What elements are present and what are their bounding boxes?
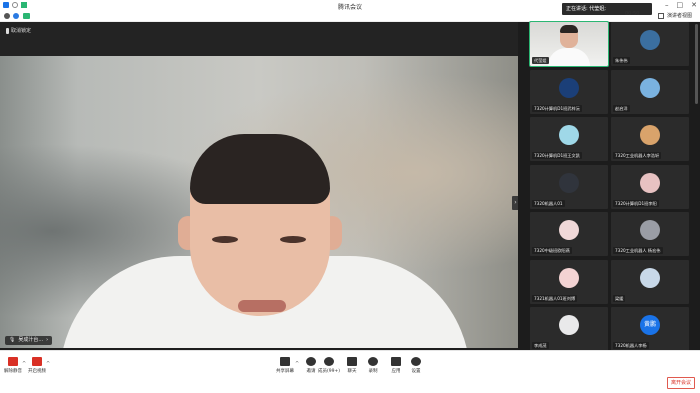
participant-tile[interactable]: 黄鹏 7320机器人李杨 (611, 307, 689, 351)
avatar (640, 77, 660, 98)
avatar (559, 220, 579, 240)
settings-label: 设置 (411, 369, 421, 374)
participant-name: 7320计算机D1班武梓沅 (532, 104, 582, 112)
window-controls: – □ ✕ (665, 1, 697, 9)
participant-name: 梁媛 (613, 294, 626, 302)
avatar (640, 125, 660, 145)
participant-name: 7320机器人李杨 (613, 342, 649, 349)
view-switch-button[interactable]: 演讲者视图 (657, 12, 692, 19)
participant-tile[interactable]: 代莹姐 (529, 21, 609, 67)
settings-button[interactable]: 设置 (403, 357, 429, 374)
participant-tile[interactable]: 7320机器人01 (530, 164, 608, 209)
close-icon[interactable]: ✕ (691, 1, 697, 9)
participant-name: 7320机器人01 (532, 199, 565, 207)
avatar (640, 172, 660, 193)
participant-tile[interactable]: 7320计算机D1班李阳 (611, 164, 689, 209)
participant-name: 代莹姐 (532, 57, 549, 64)
participant-tile[interactable]: 7320工业机器人 杨宏伟 (611, 212, 689, 256)
gear-icon (411, 357, 421, 366)
participant-video-figure (560, 25, 578, 33)
avatar (559, 77, 579, 98)
speaker-video (0, 56, 518, 348)
avatar (640, 30, 660, 50)
speaker-hair (190, 134, 330, 204)
participant-video-figure (548, 48, 590, 66)
participant-tile[interactable]: 梁媛 (611, 259, 689, 304)
minimize-icon[interactable]: – (665, 1, 669, 9)
avatar (640, 267, 660, 288)
participant-name: 7320计算机D1班李阳 (613, 199, 659, 207)
mic-off-icon (8, 357, 18, 366)
meeting-timer: 00:50 (625, 11, 640, 17)
record-label: 录制 (368, 369, 378, 374)
participant-name: 赵启洋 (613, 104, 630, 112)
participant-name: 朱伟伟 (613, 57, 630, 64)
speaker-name-tag: 🎙 吴成汁台... › (5, 336, 53, 345)
participant-tile[interactable]: 7320计算机D1班武梓沅 (530, 69, 608, 114)
participant-tile[interactable]: 赵启洋 (611, 69, 689, 114)
chat-label: 聊天 (347, 369, 357, 374)
avatar (559, 125, 579, 145)
avatar (559, 315, 579, 335)
members-label: 成员(99+) (317, 369, 340, 374)
avatar (559, 267, 579, 288)
participant-name: 7320工业机器人 杨宏伟 (613, 247, 663, 254)
share-label: 共享屏幕 (276, 369, 294, 374)
participant-tile[interactable]: 李成茂 (530, 307, 608, 351)
view-switch-label: 演讲者视图 (666, 13, 692, 19)
meeting-info-icon[interactable] (13, 13, 19, 19)
speaker-mouth (238, 300, 286, 312)
apps-label: 应用 (391, 369, 401, 374)
unlock-label: 取消锁定 (11, 28, 32, 34)
participant-name: 7320计算机D1班王文凯 (532, 152, 582, 159)
share-screen-icon (280, 357, 290, 366)
record-icon (368, 357, 378, 366)
apps-icon (391, 357, 401, 366)
network-icon[interactable] (23, 13, 30, 19)
leave-meeting-button[interactable]: 离开会议 (667, 377, 695, 389)
members-icon (324, 357, 334, 366)
participant-tile[interactable]: 7320中级班欧阳燕 (530, 212, 608, 256)
main-video-stage: 取消锁定 🎙 吴成汁台... › (0, 22, 518, 350)
mic-muted-icon: 🎙 (9, 337, 16, 343)
participant-name: 李成茂 (532, 342, 549, 349)
participant-name: 7321机器人01班刘博 (532, 294, 578, 302)
chat-icon (347, 357, 357, 366)
participant-name: 7320中级班欧阳燕 (532, 247, 572, 254)
video-label: 开启视频 (28, 369, 46, 374)
participant-tile[interactable]: 7320工业机器人李浩轩 (611, 117, 689, 161)
mic-icon (6, 27, 9, 34)
avatar (640, 220, 660, 240)
camera-off-icon (32, 357, 42, 366)
participant-tile[interactable]: 朱伟伟 (611, 22, 689, 66)
stage-top-area: 取消锁定 (0, 22, 518, 56)
participant-tile[interactable]: 7320计算机D1班王文凯 (530, 117, 608, 161)
speaker-name: 吴成汁台... (18, 337, 44, 343)
unlock-button[interactable]: 取消锁定 (6, 27, 31, 34)
bottom-toolbar: 解除静音 ^ 开启视频 ^ 共享屏幕 ^ 邀请 成员(99+) 聊天 录制 应用… (0, 350, 700, 393)
speaker-eye-right (280, 236, 306, 243)
avatar (559, 172, 579, 193)
participant-name: 7320工业机器人李浩轩 (613, 152, 662, 159)
mute-label: 解除静音 (4, 369, 22, 374)
invite-icon (306, 357, 316, 366)
invite-label: 邀请 (306, 369, 316, 374)
grid-icon (657, 12, 664, 19)
maximize-icon[interactable]: □ (677, 1, 684, 9)
tag-expand-icon[interactable]: › (46, 336, 48, 345)
speaker-eye-left (212, 236, 238, 243)
menu-icon[interactable] (4, 13, 10, 19)
avatar: 黄鹏 (640, 315, 660, 335)
participant-tile[interactable]: 7321机器人01班刘博 (530, 259, 608, 304)
video-options-icon[interactable]: ^ (46, 361, 50, 367)
panel-scrollbar[interactable] (695, 24, 698, 104)
